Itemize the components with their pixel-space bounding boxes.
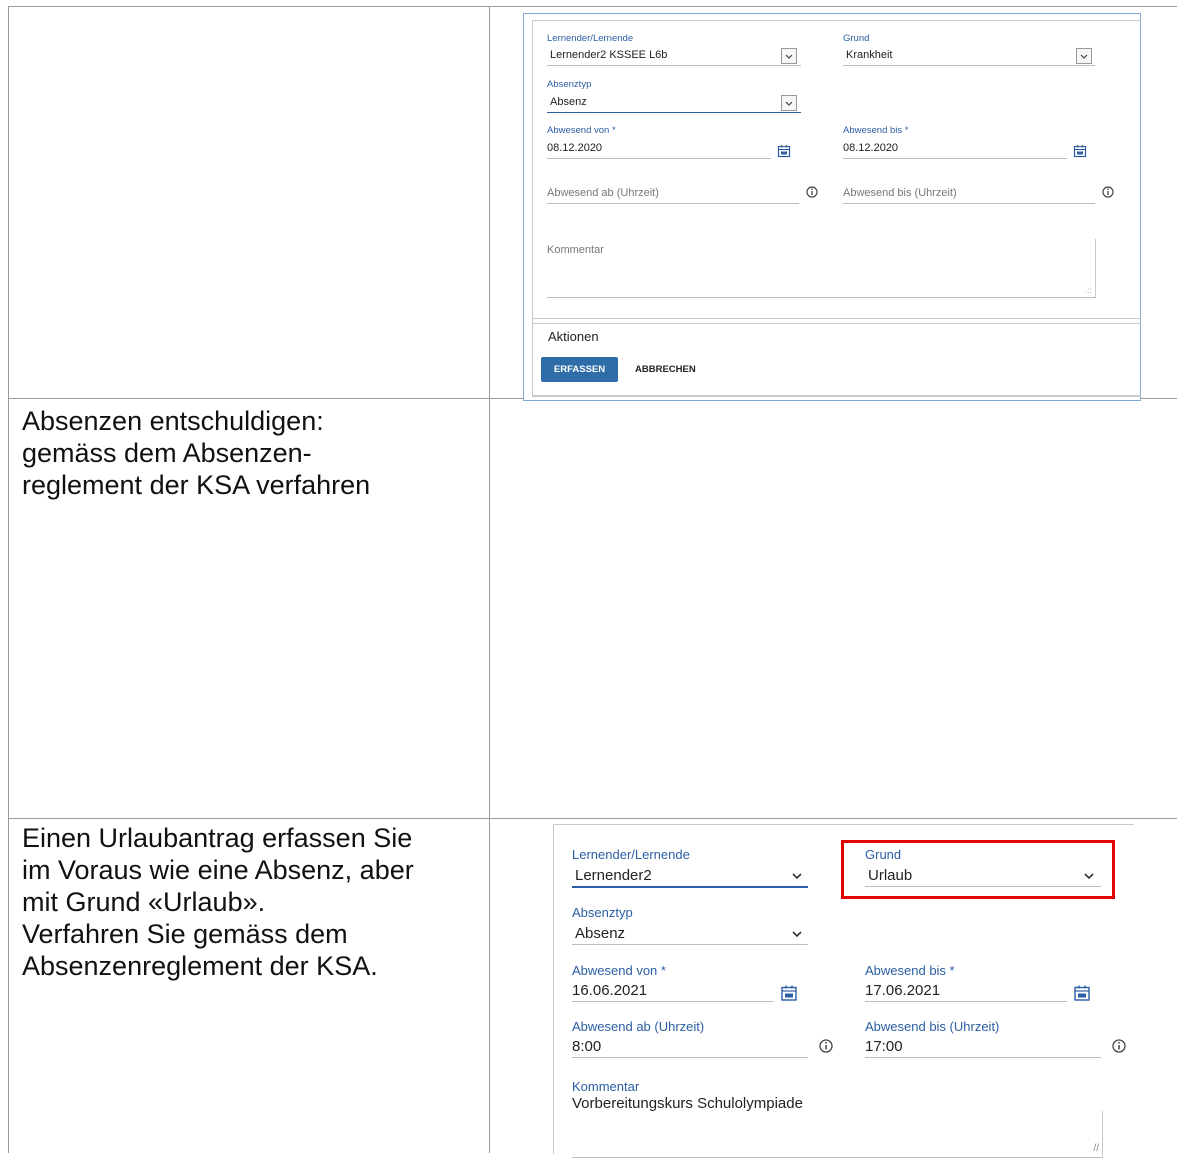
to-time-underline xyxy=(843,203,1095,204)
info-icon[interactable] xyxy=(805,185,819,199)
info-icon[interactable] xyxy=(818,1038,834,1054)
type-underline xyxy=(547,112,801,113)
from-time-label: Abwesend ab (Uhrzeit) xyxy=(572,1019,705,1034)
info-icon[interactable] xyxy=(1111,1038,1127,1054)
text-line: Einen Urlaubantrag erfassen Sie xyxy=(22,823,413,853)
type-dropdown[interactable] xyxy=(781,95,797,111)
from-time-underline xyxy=(547,203,799,204)
learner-value[interactable]: Lernender2 xyxy=(575,867,652,884)
learner-underline xyxy=(547,65,801,66)
chevron-down-icon[interactable] xyxy=(790,927,804,941)
from-time-input[interactable]: 8:00 xyxy=(572,1038,601,1055)
from-time-input[interactable]: Abwesend ab (Uhrzeit) xyxy=(547,187,659,199)
table-border-top xyxy=(8,6,1177,7)
type-underline xyxy=(572,944,808,945)
from-label: Abwesend von * xyxy=(547,125,616,136)
calendar-icon[interactable] xyxy=(1073,984,1091,1002)
calendar-icon[interactable] xyxy=(780,984,798,1002)
vacation-instructions: Einen Urlaubantrag erfassen Sie im Vorau… xyxy=(22,822,414,982)
chevron-down-icon[interactable] xyxy=(790,869,804,883)
type-label: Absenztyp xyxy=(572,905,633,920)
table-row-divider xyxy=(8,818,1177,819)
comment-textarea[interactable]: // xyxy=(572,1111,1103,1158)
from-date-input[interactable]: 08.12.2020 xyxy=(547,142,602,154)
resize-handle-icon[interactable]: // xyxy=(1093,1143,1099,1154)
learner-label: Lernender/Lernende xyxy=(547,33,634,44)
type-label: Absenztyp xyxy=(547,79,592,90)
text-line: Absenzenreglement der KSA. xyxy=(22,951,378,981)
learner-value[interactable]: Lernender2 KSSEE L6b xyxy=(550,49,667,61)
to-date-input[interactable]: 08.12.2020 xyxy=(843,142,898,154)
type-value[interactable]: Absenz xyxy=(575,925,625,942)
chevron-down-icon xyxy=(782,49,796,63)
table-border-left xyxy=(8,6,9,1153)
reason-dropdown[interactable] xyxy=(1076,48,1092,64)
text-line: gemäss dem Absenzen- xyxy=(22,438,312,468)
from-label: Abwesend von * xyxy=(572,963,666,978)
actions-title: Aktionen xyxy=(548,329,599,344)
resize-handle-icon[interactable]: .:: xyxy=(1085,286,1092,295)
comment-textarea[interactable]: .:: xyxy=(547,239,1096,298)
actions-panel: Aktionen ERFASSEN ABBRECHEN xyxy=(532,318,1141,397)
chevron-down-icon xyxy=(782,96,796,110)
from-underline xyxy=(572,1001,774,1002)
reason-value[interactable]: Urlaub xyxy=(868,867,912,884)
learner-label: Lernender/Lernende xyxy=(572,847,690,862)
reason-underline xyxy=(843,65,1095,66)
to-underline xyxy=(843,158,1067,159)
reason-label: Grund xyxy=(843,33,870,44)
to-underline xyxy=(865,1001,1067,1002)
chevron-down-icon xyxy=(1077,49,1091,63)
calendar-icon[interactable] xyxy=(1073,144,1087,158)
comment-label: Kommentar xyxy=(572,1079,640,1094)
vacation-form-screenshot: Lernender/Lernende Lernender2 Grund Urla… xyxy=(553,824,1134,1158)
text-line: mit Grund «Urlaub». xyxy=(22,887,266,917)
absence-form-screenshot: Lernender/Lernende Lernender2 KSSEE L6b … xyxy=(523,13,1141,401)
reason-value[interactable]: Krankheit xyxy=(846,49,892,61)
to-time-underline xyxy=(865,1057,1101,1058)
from-underline xyxy=(547,158,771,159)
learner-dropdown[interactable] xyxy=(781,48,797,64)
info-icon[interactable] xyxy=(1101,185,1115,199)
excuse-instructions: Absenzen entschuldigen: gemäss dem Absen… xyxy=(22,405,370,501)
type-value[interactable]: Absenz xyxy=(550,96,587,108)
learner-underline xyxy=(572,886,808,888)
reason-label: Grund xyxy=(865,847,902,862)
text-line: Verfahren Sie gemäss dem xyxy=(22,919,348,949)
chevron-down-icon[interactable] xyxy=(1082,869,1096,883)
text-line: reglement der KSA verfahren xyxy=(22,470,371,500)
absence-form-panel: Lernender/Lernende Lernender2 KSSEE L6b … xyxy=(532,20,1141,324)
to-date-input[interactable]: 17.06.2021 xyxy=(865,982,940,999)
comment-value[interactable]: Vorbereitungskurs Schulolympiade xyxy=(572,1095,803,1112)
submit-button[interactable]: ERFASSEN xyxy=(541,357,618,382)
reason-underline xyxy=(865,886,1101,887)
calendar-icon[interactable] xyxy=(777,144,791,158)
text-line: Absenzen entschuldigen: xyxy=(22,406,324,436)
to-label: Abwesend bis * xyxy=(843,125,909,136)
cancel-button[interactable]: ABBRECHEN xyxy=(629,357,702,382)
to-time-input[interactable]: 17:00 xyxy=(865,1038,903,1055)
to-time-label: Abwesend bis (Uhrzeit) xyxy=(865,1019,1000,1034)
from-date-input[interactable]: 16.06.2021 xyxy=(572,982,647,999)
table-column-divider xyxy=(489,6,490,1153)
to-time-input[interactable]: Abwesend bis (Uhrzeit) xyxy=(843,187,957,199)
text-line: im Voraus wie eine Absenz, aber xyxy=(22,855,414,885)
to-label: Abwesend bis * xyxy=(865,963,955,978)
from-time-underline xyxy=(572,1057,808,1058)
